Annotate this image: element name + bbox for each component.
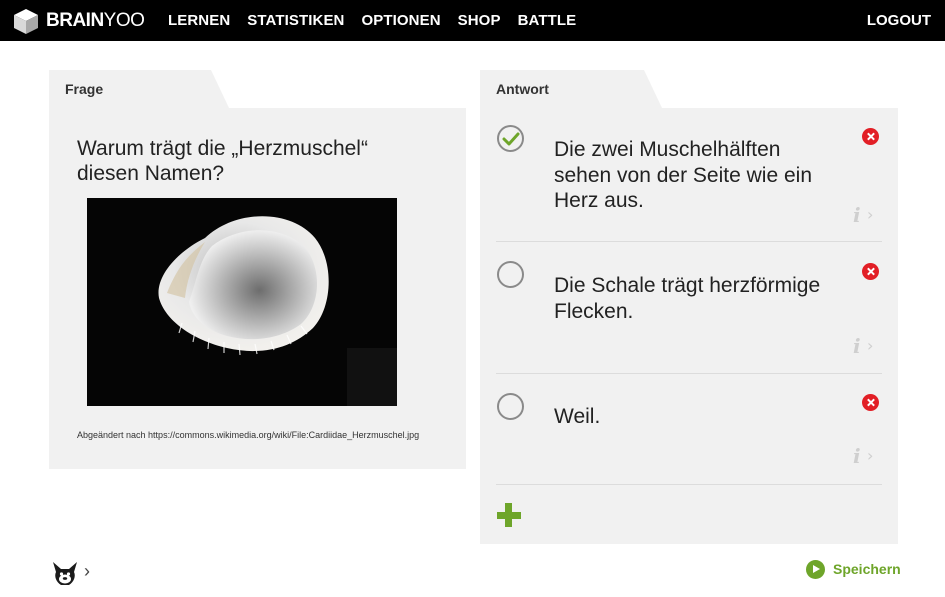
question-panel: Warum trägt die „Herzmuschel“ diesen Nam…	[49, 108, 466, 469]
nav-item-lernen[interactable]: LERNEN	[168, 12, 230, 29]
info-icon[interactable]: i ›	[853, 336, 879, 356]
info-glyph: i	[853, 203, 861, 227]
nav-item-shop[interactable]: SHOP	[458, 12, 501, 29]
question-tab: Frage	[49, 70, 229, 108]
chevron-right-icon: ›	[867, 205, 874, 224]
checkmark-icon	[502, 132, 520, 146]
delete-answer-icon[interactable]	[862, 394, 879, 411]
delete-answer-icon[interactable]	[862, 263, 879, 280]
answer-option: Weil. i ›	[480, 374, 898, 485]
brainyoo-logo[interactable]: BRAINYOO	[12, 5, 145, 36]
divider	[496, 484, 882, 485]
info-icon[interactable]: i ›	[853, 205, 879, 225]
delete-answer-icon[interactable]	[862, 128, 879, 145]
question-text: Warum trägt die „Herzmuschel“ diesen Nam…	[77, 137, 368, 185]
brand-name-light: YOO	[103, 9, 145, 31]
answer-option: Die zwei Muschelhälften sehen von der Se…	[480, 108, 898, 242]
nav-item-statistiken[interactable]: STATISTIKEN	[247, 12, 344, 29]
shell-photo-image[interactable]	[87, 198, 397, 406]
save-button[interactable]: Speichern	[806, 559, 901, 579]
add-answer-icon[interactable]	[497, 503, 521, 527]
nav-item-battle[interactable]: BATTLE	[518, 12, 577, 29]
info-icon[interactable]: i ›	[853, 446, 879, 466]
answer-radio[interactable]	[497, 393, 524, 420]
main-nav: LERNEN STATISTIKEN OPTIONEN SHOP BATTLE	[168, 0, 593, 41]
mascot-icon[interactable]	[50, 558, 80, 588]
answer-radio[interactable]	[497, 261, 524, 288]
brand-name-bold: BRAIN	[46, 9, 104, 31]
save-label: Speichern	[833, 561, 901, 577]
info-glyph: i	[853, 444, 861, 468]
top-navigation-bar: BRAINYOO LERNEN STATISTIKEN OPTIONEN SHO…	[0, 0, 945, 41]
chevron-right-icon: ›	[867, 446, 874, 465]
play-icon	[806, 559, 825, 579]
cube-logo-icon	[12, 7, 40, 35]
correct-answer-radio[interactable]	[497, 125, 524, 152]
answer-panel: Die zwei Muschelhälften sehen von der Se…	[480, 108, 898, 544]
answer-text[interactable]: Die Schale trägt herzförmige Flecken.	[554, 273, 824, 324]
brand-name: BRAINYOO	[46, 9, 145, 32]
answer-tab: Antwort	[480, 70, 662, 108]
mascot-chevron-icon[interactable]: ›	[84, 561, 90, 582]
answer-text[interactable]: Weil.	[554, 404, 824, 430]
image-source-caption: Abgeändert nach https://commons.wikimedi…	[77, 430, 420, 440]
info-glyph: i	[853, 334, 861, 358]
answer-option: Die Schale trägt herzförmige Flecken. i ›	[480, 242, 898, 374]
chevron-right-icon: ›	[867, 336, 874, 355]
nav-item-optionen[interactable]: OPTIONEN	[362, 12, 441, 29]
logout-link[interactable]: LOGOUT	[867, 0, 931, 41]
answer-text[interactable]: Die zwei Muschelhälften sehen von der Se…	[554, 137, 824, 214]
